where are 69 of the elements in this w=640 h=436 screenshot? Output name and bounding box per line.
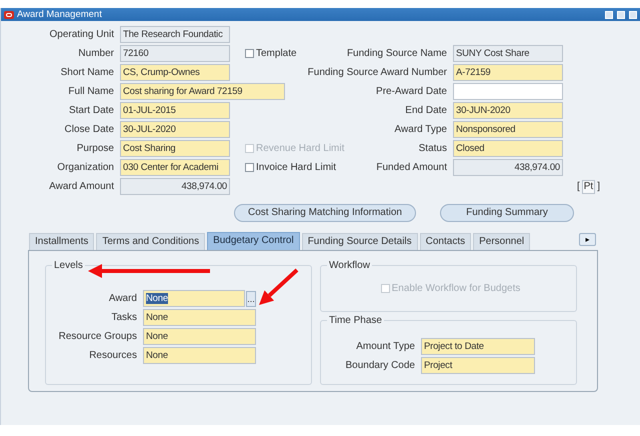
input-field[interactable]: None — [143, 347, 256, 364]
input-field[interactable]: Cost Sharing — [120, 140, 230, 157]
input-field[interactable]: CS, Crump-Ownes — [120, 64, 230, 81]
field-label: Resources — [88, 349, 138, 363]
input-field[interactable]: 30-JUN-2020 — [453, 102, 563, 119]
tab[interactable]: Funding Source Details — [302, 233, 418, 250]
input-field[interactable]: SUNY Cost Share — [453, 45, 563, 62]
input-field[interactable]: 438,974.00 — [453, 159, 563, 176]
field-label: Purpose — [76, 142, 115, 156]
field-label: Close Date — [64, 123, 115, 137]
input-field[interactable]: 030 Center for Academi — [120, 159, 230, 176]
group-title: Workflow — [327, 260, 372, 271]
field-label: Funded Amount — [375, 161, 448, 175]
checkbox[interactable] — [245, 49, 254, 58]
tab[interactable]: Contacts — [420, 233, 472, 250]
field-label: Boundary Code — [344, 359, 416, 373]
field-label: Award Amount — [48, 180, 115, 194]
field-label: Organization — [56, 161, 115, 175]
input-field[interactable]: Project to Date — [421, 338, 535, 355]
list-button[interactable]: ... — [246, 290, 256, 306]
action-button[interactable]: Funding Summary — [440, 204, 574, 222]
group-title: Levels — [52, 260, 85, 271]
input-field[interactable]: 72160 — [120, 45, 230, 62]
checkbox[interactable] — [245, 163, 254, 172]
field-label: Resource Groups — [58, 330, 138, 344]
field-label: Operating Unit — [48, 28, 115, 42]
field-label: Award Type — [394, 123, 448, 137]
action-button[interactable]: Cost Sharing Matching Information — [234, 204, 416, 222]
input-field[interactable]: Project — [421, 357, 535, 374]
bracket: ] — [597, 180, 600, 194]
checkbox-label: Invoice Hard Limit — [256, 161, 336, 175]
input-field[interactable]: 438,974.00 — [120, 178, 230, 195]
field-label: End Date — [404, 104, 448, 118]
input-field[interactable]: Closed — [453, 140, 563, 157]
group-title: Time Phase — [327, 315, 384, 326]
field-label: Status — [418, 142, 448, 156]
input-field[interactable]: 01-JUL-2015 — [120, 102, 230, 119]
app-icon — [4, 10, 14, 18]
field-label: Funding Source Name — [346, 47, 448, 61]
scroll-right-button[interactable]: ▸ — [579, 233, 596, 246]
input-field[interactable]: 30-JUL-2020 — [120, 121, 230, 138]
input-field[interactable]: Nonsponsored — [453, 121, 563, 138]
field-label: Amount Type — [355, 340, 416, 354]
input-field[interactable]: None — [143, 309, 256, 326]
field-label: Start Date — [68, 104, 115, 118]
input-field[interactable]: A-72159 — [453, 64, 563, 81]
field-label: Pre-Award Date — [375, 85, 448, 99]
indicator-button[interactable]: Pt — [582, 180, 596, 194]
field-label: Award — [108, 292, 138, 306]
input-field[interactable]: None — [143, 290, 245, 307]
bracket: [ — [576, 180, 580, 194]
field-label: Funding Source Award Number — [306, 66, 448, 80]
checkbox-label: Enable Workflow for Budgets — [392, 282, 520, 296]
input-field[interactable]: Cost sharing for Award 72159 — [120, 83, 285, 100]
checkbox-label: Revenue Hard Limit — [256, 142, 344, 156]
tab[interactable]: Personnel — [473, 233, 530, 250]
tab[interactable]: Terms and Conditions — [96, 233, 206, 250]
field-label: Tasks — [110, 311, 138, 325]
annotation-arrow — [259, 268, 298, 305]
input-field[interactable] — [453, 83, 563, 100]
checkbox-label: Template — [256, 47, 297, 61]
window-title: Award Management — [17, 10, 102, 20]
tab[interactable]: Budgetary Control — [207, 232, 300, 250]
field-label: Number — [77, 47, 115, 61]
field-label: Short Name — [60, 66, 115, 80]
input-field[interactable]: None — [143, 328, 256, 345]
input-field[interactable]: The Research Foundatic — [120, 26, 230, 43]
field-label: Full Name — [67, 85, 115, 99]
tab[interactable]: Installments — [29, 233, 94, 250]
